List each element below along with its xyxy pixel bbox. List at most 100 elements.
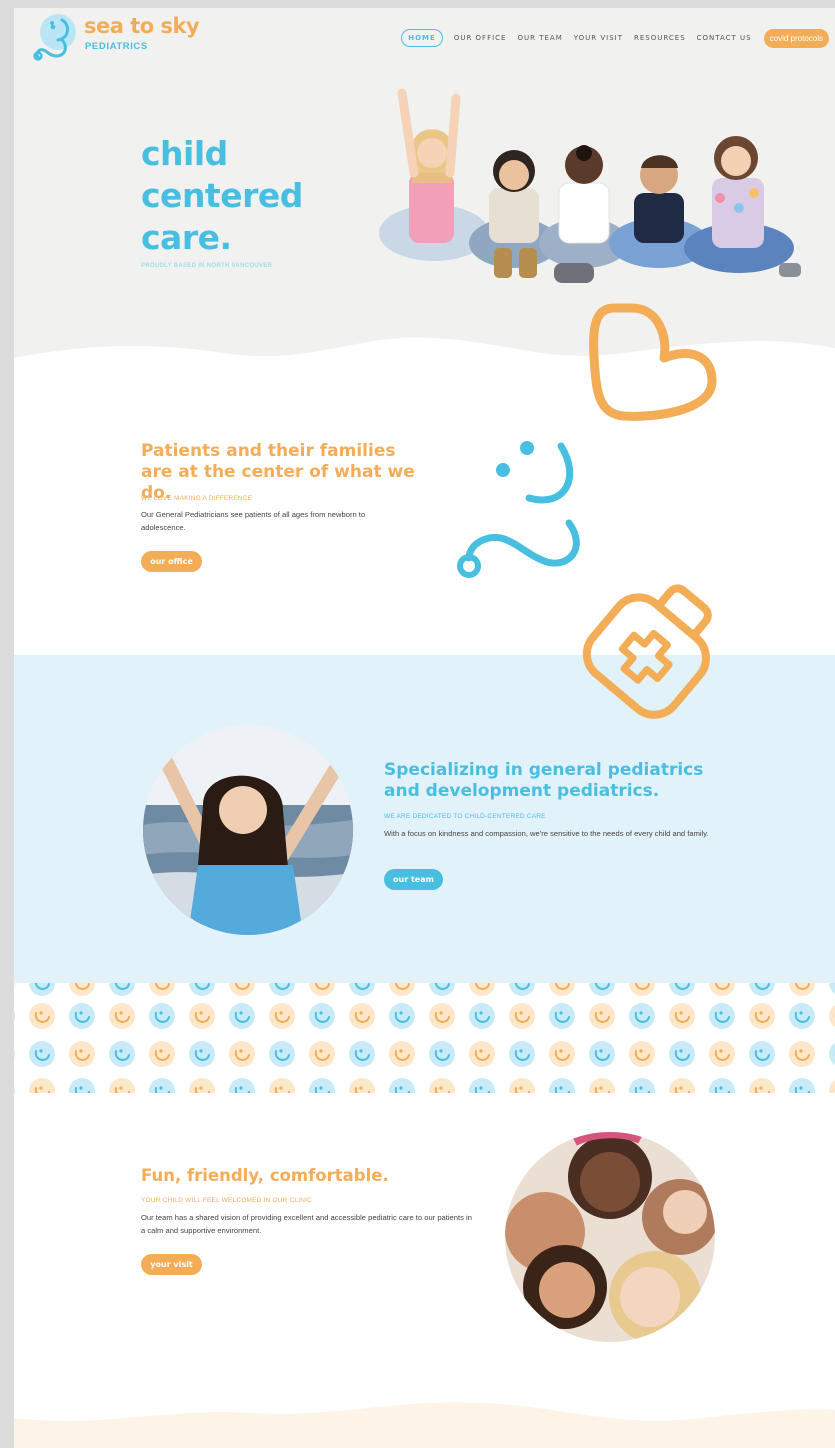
pattern-smiley — [109, 983, 135, 996]
pattern-smiley — [789, 1078, 815, 1093]
pattern-smiley — [669, 983, 695, 996]
pattern-smiley — [269, 1078, 295, 1093]
pattern-smiley — [469, 1078, 495, 1093]
nav-resources[interactable]: RESOURCES — [634, 34, 686, 42]
pattern-smiley — [309, 1003, 335, 1029]
pattern-smiley — [29, 1078, 55, 1093]
pattern-smiley — [709, 1003, 735, 1029]
friendly-section-title: Fun, friendly, comfortable. — [141, 1166, 389, 1185]
pattern-smiley — [509, 1003, 535, 1029]
nav-your-visit[interactable]: YOUR VISIT — [574, 34, 623, 42]
pattern-smiley — [749, 1003, 775, 1029]
our-team-button[interactable]: our team — [384, 869, 443, 890]
pattern-smiley — [229, 1078, 255, 1093]
pattern-smiley — [709, 1078, 735, 1093]
pattern-smiley — [589, 1041, 615, 1067]
pattern-smiley — [749, 983, 775, 996]
pattern-smiley — [309, 1041, 335, 1067]
pattern-smiley — [349, 1041, 375, 1067]
pattern-smiley — [829, 983, 835, 994]
pattern-smiley — [29, 983, 55, 996]
pattern-smiley — [709, 1041, 735, 1067]
nav-home[interactable]: HOME — [401, 29, 443, 47]
pattern-smiley — [349, 1003, 375, 1029]
site-logo[interactable]: sea to sky PEDIATRICS — [32, 12, 232, 62]
your-visit-button[interactable]: your visit — [141, 1254, 202, 1275]
specializing-section-title: Specializing in general pediatrics and d… — [384, 760, 704, 801]
pattern-smiley — [229, 1003, 255, 1029]
pattern-smiley — [829, 1043, 835, 1065]
pattern-smiley — [709, 983, 735, 996]
nav-contact-us[interactable]: CONTACT US — [697, 34, 752, 42]
pattern-smiley — [269, 1041, 295, 1067]
covid-protocols-button[interactable]: covid protocols — [763, 28, 829, 48]
smiley-pattern-icon — [14, 983, 835, 1093]
pattern-smiley — [429, 1041, 455, 1067]
pattern-smiley — [589, 1078, 615, 1093]
pattern-smiley — [629, 1078, 655, 1093]
pattern-smiley — [469, 1003, 495, 1029]
pattern-smiley — [469, 983, 495, 996]
pattern-smiley — [14, 983, 15, 988]
heart-outline-icon — [589, 303, 717, 421]
pattern-smiley — [589, 1003, 615, 1029]
pattern-smiley — [509, 1078, 535, 1093]
pattern-smiley — [629, 983, 655, 996]
nav-our-office[interactable]: OUR OFFICE — [454, 34, 507, 42]
pattern-smiley — [589, 983, 615, 996]
pattern-smiley — [429, 983, 455, 996]
pattern-smiley — [109, 1003, 135, 1029]
girl-at-beach-photo — [143, 725, 353, 935]
logo-stethoscope-smile-icon — [33, 14, 76, 61]
pattern-smiley — [789, 1041, 815, 1067]
pattern-smiley — [549, 1041, 575, 1067]
pattern-smiley — [829, 1080, 835, 1093]
pattern-smiley — [149, 1041, 175, 1067]
specializing-body: With a focus on kindness and compassion,… — [384, 829, 709, 838]
pattern-smiley — [14, 1049, 15, 1059]
pattern-smiley — [389, 1078, 415, 1093]
nav-our-team[interactable]: OUR TEAM — [517, 34, 562, 42]
families-eyebrow: WE LOVE MAKING A DIFFERENCE — [141, 495, 253, 502]
pattern-smiley — [429, 1078, 455, 1093]
pattern-smiley — [669, 1041, 695, 1067]
pattern-smiley — [389, 1041, 415, 1067]
pattern-smiley — [629, 1003, 655, 1029]
logo-name: sea to sky — [84, 14, 200, 38]
pattern-smiley — [149, 1078, 175, 1093]
pattern-smiley — [469, 1041, 495, 1067]
our-office-button[interactable]: our office — [141, 551, 202, 572]
pattern-smiley — [69, 1041, 95, 1067]
pattern-smiley — [269, 983, 295, 996]
pattern-smiley — [189, 1041, 215, 1067]
bottom-wave-divider — [14, 1402, 835, 1448]
hero-subtitle: PROUDLY BASED IN NORTH VANCOUVER — [141, 263, 273, 269]
pattern-smiley — [109, 1041, 135, 1067]
pattern-smiley — [69, 983, 95, 996]
page: sea to sky PEDIATRICS HOME OUR OFFICE OU… — [14, 8, 835, 1448]
pattern-smiley — [389, 983, 415, 996]
friendly-body: Our team has a shared vision of providin… — [141, 1213, 472, 1235]
medical-kit-icon — [582, 584, 712, 719]
pattern-smiley — [229, 1041, 255, 1067]
pattern-smiley — [29, 1003, 55, 1029]
pattern-smiley — [109, 1078, 135, 1093]
hero-title: child centered care. — [141, 134, 303, 257]
pattern-smiley — [789, 1003, 815, 1029]
pattern-smiley — [549, 1078, 575, 1093]
pattern-smiley — [14, 1086, 15, 1093]
pattern-smiley — [549, 983, 575, 996]
pattern-smiley — [749, 1041, 775, 1067]
pattern-smiley — [29, 1041, 55, 1067]
pattern-smiley — [429, 1003, 455, 1029]
pattern-smiley — [269, 1003, 295, 1029]
specializing-eyebrow: WE ARE DEDICATED TO CHILD-CENTERED CARE — [384, 813, 546, 820]
pattern-smiley — [149, 983, 175, 996]
pattern-smiley — [789, 983, 815, 996]
pattern-smiley — [669, 1078, 695, 1093]
pattern-smiley — [509, 1041, 535, 1067]
pattern-smiley — [189, 1078, 215, 1093]
pattern-smiley — [69, 1003, 95, 1029]
pattern-smiley — [149, 1003, 175, 1029]
pattern-smiley — [309, 983, 335, 996]
